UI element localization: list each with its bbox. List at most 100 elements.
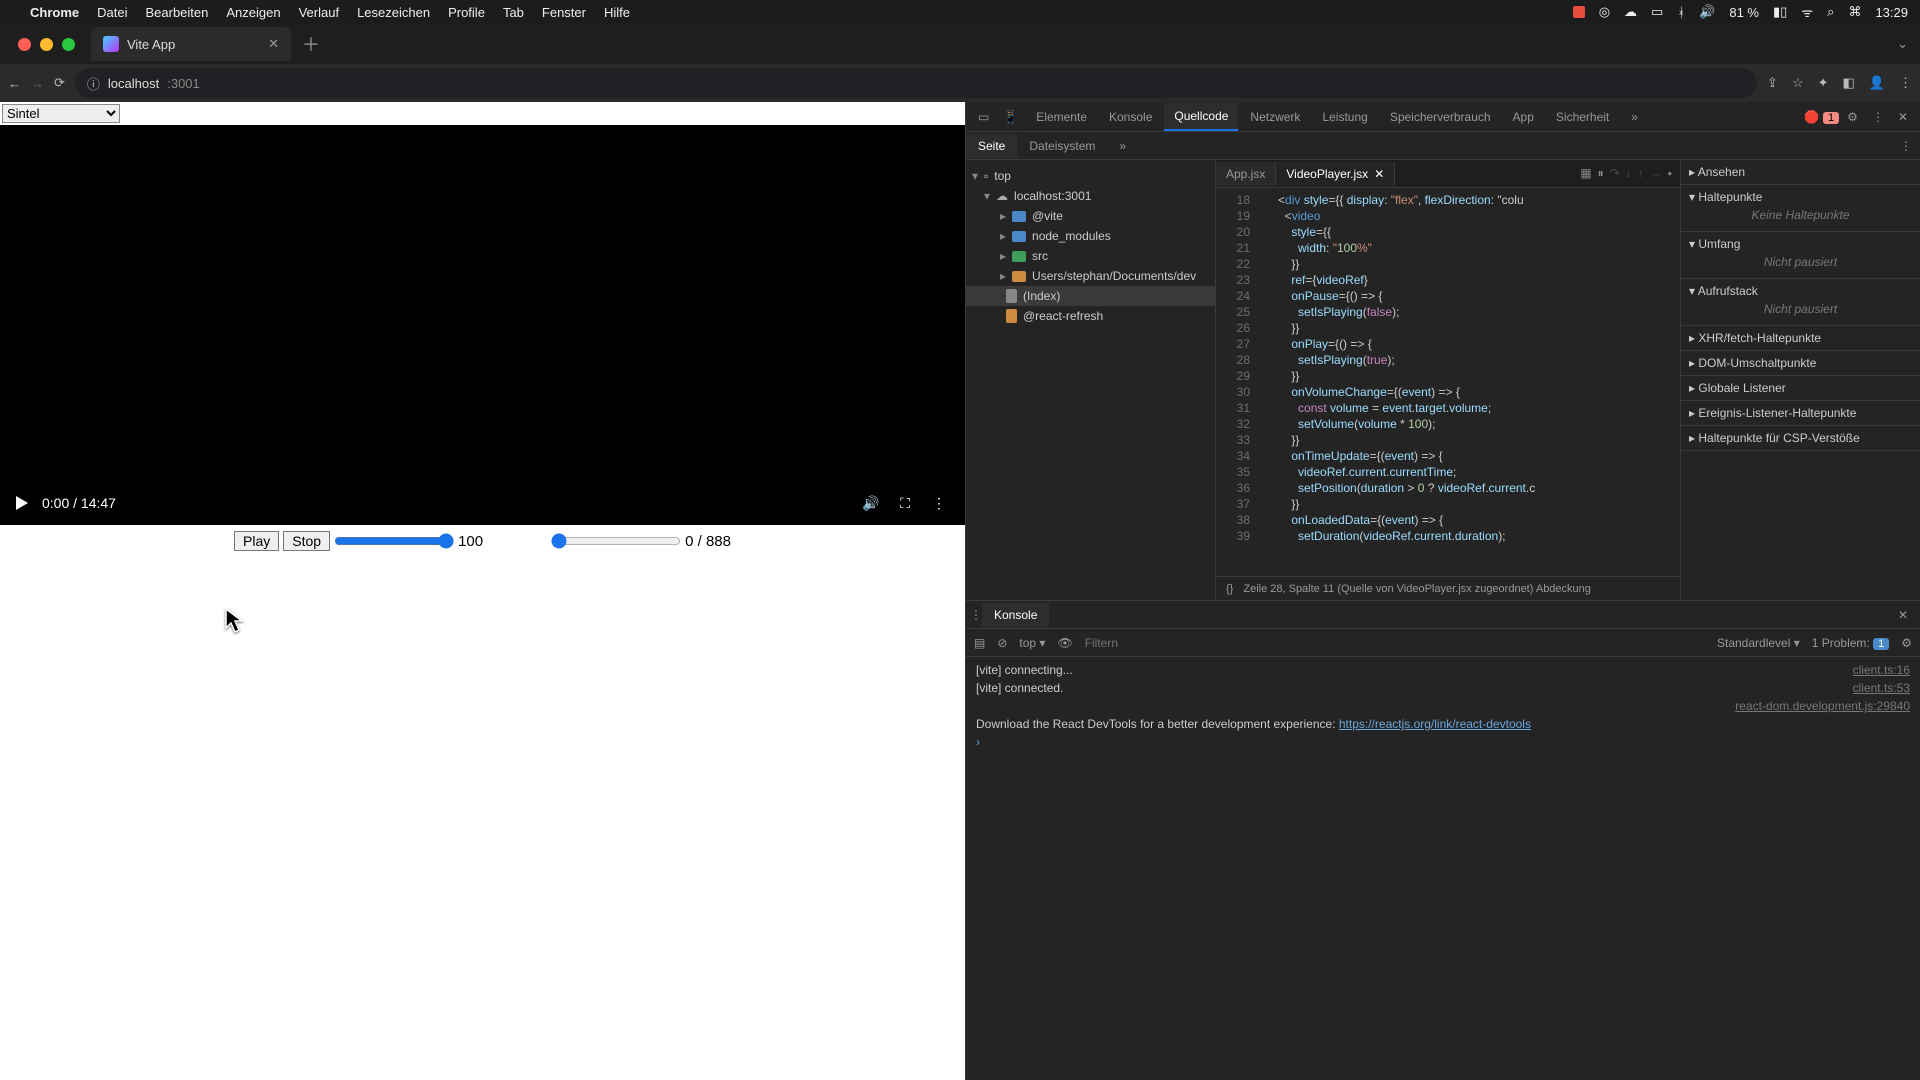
tab-konsole[interactable]: Konsole bbox=[1099, 104, 1162, 130]
menu-tab[interactable]: Tab bbox=[503, 5, 524, 20]
wifi-icon[interactable]: ᯤ bbox=[1801, 3, 1813, 21]
editor-tab-videoplayer[interactable]: VideoPlayer.jsx ✕ bbox=[1276, 162, 1395, 186]
display-icon[interactable]: ▭ bbox=[1651, 4, 1663, 20]
console-output[interactable]: [vite] connecting...client.ts:16 [vite] … bbox=[966, 657, 1920, 1080]
volume-slider[interactable] bbox=[334, 533, 454, 549]
profile-icon[interactable]: 👤 bbox=[1869, 75, 1885, 91]
devtools-close-icon[interactable]: ✕ bbox=[1892, 106, 1914, 128]
menu-icon[interactable]: ⋮ bbox=[1899, 75, 1912, 91]
bluetooth-icon[interactable]: ᚼ bbox=[1677, 5, 1685, 20]
console-context[interactable]: top ▾ bbox=[1019, 636, 1045, 650]
sidepanel-icon[interactable]: ◧ bbox=[1843, 75, 1855, 91]
settings-icon[interactable]: ⚙ bbox=[1841, 106, 1864, 128]
debug-listener[interactable]: ▸ Globale Listener bbox=[1681, 376, 1920, 401]
window-close-icon[interactable] bbox=[18, 38, 31, 51]
window-minimize-icon[interactable] bbox=[40, 38, 53, 51]
menu-datei[interactable]: Datei bbox=[97, 5, 127, 20]
devtools-menu-icon[interactable]: ⋮ bbox=[1866, 106, 1890, 128]
position-slider[interactable] bbox=[551, 533, 681, 549]
tab-speicher[interactable]: Speicherverbrauch bbox=[1380, 104, 1501, 130]
recording-icon[interactable] bbox=[1573, 6, 1585, 18]
drawer-handle-icon[interactable]: ⋮ bbox=[970, 608, 982, 622]
error-badge[interactable]: 🛑1 bbox=[1804, 110, 1839, 124]
step-into-icon[interactable]: ↓ bbox=[1626, 166, 1632, 181]
tab-sicherheit[interactable]: Sicherheit bbox=[1546, 104, 1619, 130]
menu-anzeigen[interactable]: Anzeigen bbox=[226, 5, 280, 20]
bookmark-icon[interactable]: ☆ bbox=[1792, 75, 1804, 91]
console-level[interactable]: Standardlevel ▾ bbox=[1717, 636, 1800, 650]
debug-xhr[interactable]: ▸ XHR/fetch-Haltepunkte bbox=[1681, 326, 1920, 351]
browser-tab[interactable]: Vite App ✕ bbox=[91, 27, 291, 61]
pause-icon[interactable]: ⏸ bbox=[1598, 166, 1604, 181]
device-icon[interactable]: 📱 bbox=[997, 106, 1024, 128]
subtab-more[interactable]: » bbox=[1107, 134, 1138, 158]
console-sidebar-icon[interactable]: ▤ bbox=[974, 636, 985, 650]
react-devtools-link[interactable]: https://reactjs.org/link/react-devtools bbox=[1339, 717, 1531, 731]
step-over-icon[interactable]: ↷ bbox=[1610, 166, 1620, 181]
debug-haltepunkte[interactable]: ▾ HaltepunkteKeine Haltepunkte bbox=[1681, 185, 1920, 232]
stop-button[interactable]: Stop bbox=[283, 531, 330, 551]
debug-dom[interactable]: ▸ DOM-Umschaltpunkte bbox=[1681, 351, 1920, 376]
code-area[interactable]: 18 19 20 21 22 23 24 25 26 27 28 29 30 3… bbox=[1216, 188, 1680, 576]
console-problems[interactable]: 1 Problem: 1 bbox=[1812, 636, 1890, 650]
tab-close-icon[interactable]: ✕ bbox=[268, 36, 279, 52]
debug-ansehen[interactable]: ▸ Ansehen bbox=[1681, 160, 1920, 185]
inspect-icon[interactable]: ▭ bbox=[972, 106, 995, 128]
site-info-icon[interactable]: ⓘ bbox=[87, 74, 100, 93]
drawer-close-icon[interactable]: ✕ bbox=[1890, 608, 1916, 622]
console-eye-icon[interactable]: 👁 bbox=[1057, 636, 1072, 650]
video-element[interactable]: 0:00 / 14:47 🔊 ⛶ ⋮ bbox=[0, 125, 965, 525]
step-icon[interactable]: → bbox=[1650, 166, 1662, 181]
focus-icon[interactable]: ◎ bbox=[1599, 4, 1610, 20]
debug-csp[interactable]: ▸ Haltepunkte für CSP-Verstöße bbox=[1681, 426, 1920, 451]
menu-profile[interactable]: Profile bbox=[448, 5, 485, 20]
step-out-icon[interactable]: ↑ bbox=[1638, 166, 1644, 181]
search-icon[interactable]: ⌕ bbox=[1827, 4, 1834, 20]
movie-select[interactable]: Sintel bbox=[2, 104, 120, 123]
back-button[interactable]: ← bbox=[8, 76, 21, 91]
tab-quellcode[interactable]: Quellcode bbox=[1164, 103, 1238, 131]
menu-hilfe[interactable]: Hilfe bbox=[604, 5, 630, 20]
clock[interactable]: 13:29 bbox=[1875, 5, 1908, 20]
play-button[interactable]: Play bbox=[234, 531, 279, 551]
volume-icon[interactable]: 🔊 bbox=[1699, 4, 1715, 20]
share-icon[interactable]: ⇪ bbox=[1767, 75, 1778, 91]
debug-umfang[interactable]: ▾ UmfangNicht pausiert bbox=[1681, 232, 1920, 279]
menu-lesezeichen[interactable]: Lesezeichen bbox=[357, 5, 430, 20]
drawer-tab-konsole[interactable]: Konsole bbox=[982, 603, 1049, 627]
control-center-icon[interactable]: ⌘ bbox=[1848, 4, 1861, 20]
editor-tab-app[interactable]: App.jsx bbox=[1216, 162, 1276, 186]
cloud-icon[interactable]: ☁ bbox=[1624, 4, 1637, 20]
subtab-dateisystem[interactable]: Dateisystem bbox=[1017, 134, 1107, 158]
reload-button[interactable]: ⟳ bbox=[54, 75, 65, 91]
pretty-print-icon[interactable]: ▦ bbox=[1580, 166, 1591, 181]
menubar-app[interactable]: Chrome bbox=[30, 5, 79, 20]
video-menu-icon[interactable]: ⋮ bbox=[929, 493, 949, 513]
tab-elemente[interactable]: Elemente bbox=[1026, 104, 1097, 130]
window-zoom-icon[interactable] bbox=[62, 38, 75, 51]
tab-more[interactable]: » bbox=[1621, 104, 1648, 130]
menu-fenster[interactable]: Fenster bbox=[542, 5, 586, 20]
debug-aufrufstack[interactable]: ▾ AufrufstackNicht pausiert bbox=[1681, 279, 1920, 326]
console-clear-icon[interactable]: ⊘ bbox=[997, 636, 1007, 650]
tab-netzwerk[interactable]: Netzwerk bbox=[1240, 104, 1310, 130]
extensions-icon[interactable]: ✦ bbox=[1818, 75, 1829, 91]
tab-app[interactable]: App bbox=[1503, 104, 1544, 130]
console-settings-icon[interactable]: ⚙ bbox=[1901, 636, 1912, 650]
subtab-menu-icon[interactable]: ⋮ bbox=[1900, 139, 1912, 153]
deactivate-bp-icon[interactable]: ⬩ bbox=[1668, 166, 1672, 181]
new-tab-button[interactable]: ＋ bbox=[297, 30, 325, 58]
console-filter-input[interactable] bbox=[1085, 636, 1705, 650]
menu-bearbeiten[interactable]: Bearbeiten bbox=[145, 5, 208, 20]
subtab-seite[interactable]: Seite bbox=[966, 134, 1017, 158]
tab-overflow-icon[interactable]: ⌄ bbox=[1885, 36, 1920, 52]
video-mute-icon[interactable]: 🔊 bbox=[861, 493, 881, 513]
video-fullscreen-icon[interactable]: ⛶ bbox=[895, 493, 915, 513]
address-bar[interactable]: ⓘ localhost:3001 bbox=[75, 68, 1757, 98]
video-play-icon[interactable] bbox=[16, 496, 28, 510]
file-tree[interactable]: ▾ ▫ top ▾ ☁ localhost:3001 ▸@vite ▸node_… bbox=[966, 160, 1216, 600]
debug-event[interactable]: ▸ Ereignis-Listener-Haltepunkte bbox=[1681, 401, 1920, 426]
battery-icon[interactable]: ▮▯ bbox=[1773, 4, 1787, 20]
menu-verlauf[interactable]: Verlauf bbox=[299, 5, 339, 20]
tab-leistung[interactable]: Leistung bbox=[1312, 104, 1377, 130]
